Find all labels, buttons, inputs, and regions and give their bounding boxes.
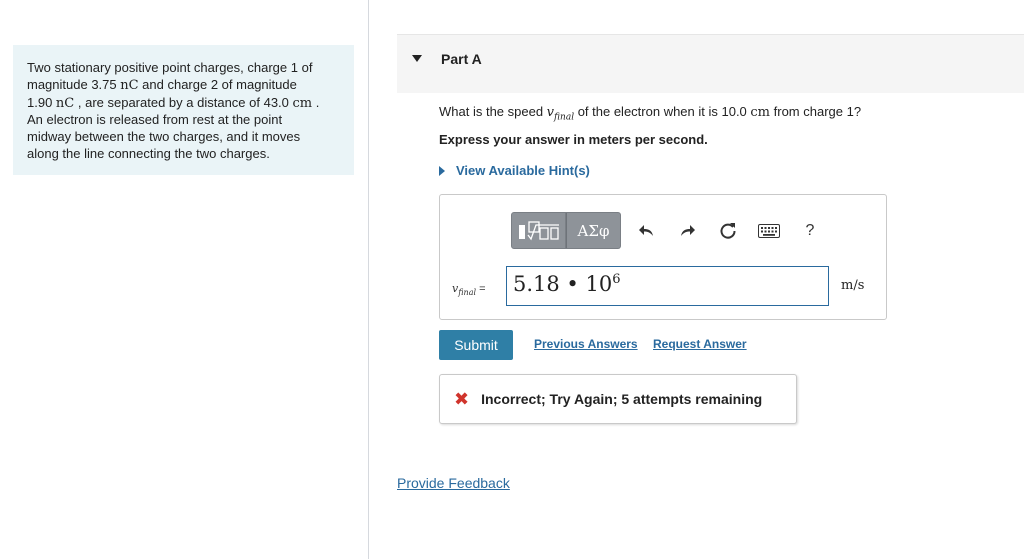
problem-line: Two stationary positive point charges, c… (27, 60, 313, 75)
feedback-text: Incorrect; Try Again; 5 attempts remaini… (481, 391, 763, 407)
help-button[interactable]: ? (799, 220, 821, 242)
hints-label: View Available Hint(s) (456, 163, 590, 178)
answer-instruction: Express your answer in meters per second… (439, 132, 708, 147)
unit-cm: cm (292, 95, 313, 111)
template-icon (518, 220, 559, 240)
problem-line: along the line connecting the two charge… (27, 145, 270, 161)
answer-units: m/s (841, 278, 865, 293)
left-column: Two stationary positive point charges, c… (0, 0, 369, 559)
unit-cm: cm (750, 105, 771, 120)
previous-answers-link[interactable]: Previous Answers (534, 337, 638, 351)
caret-down-icon[interactable] (412, 55, 422, 62)
unit-nc: nC (55, 95, 75, 111)
triangle-right-icon (439, 165, 445, 176)
answer-box: ΑΣφ ? vfinal = 5.18 • 106 m/s (439, 194, 887, 320)
problem-line: An electron is released from rest at the… (27, 112, 283, 128)
request-answer-link[interactable]: Request Answer (653, 337, 747, 351)
keyboard-icon[interactable] (757, 220, 781, 242)
problem-line: 1.90 nC , are separated by a distance of… (27, 94, 320, 111)
view-hints-toggle[interactable]: View Available Hint(s) (439, 163, 590, 178)
answer-input[interactable]: 5.18 • 106 (506, 266, 829, 306)
templates-button[interactable] (511, 212, 566, 249)
part-title: Part A (441, 51, 482, 67)
problem-statement: Two stationary positive point charges, c… (13, 45, 354, 175)
redo-icon[interactable] (676, 220, 698, 242)
error-x-icon: ✖ (454, 389, 470, 409)
submit-button[interactable]: Submit (439, 330, 513, 360)
math-toolbar: ΑΣφ (511, 212, 621, 249)
question-text: What is the speed vfinal of the electron… (439, 104, 862, 123)
problem-line: magnitude 3.75 nC and charge 2 of magnit… (27, 76, 297, 93)
undo-icon[interactable] (636, 220, 658, 242)
reset-icon[interactable] (717, 220, 739, 242)
provide-feedback-link[interactable]: Provide Feedback (397, 475, 510, 491)
part-a-header[interactable]: Part A (397, 34, 1024, 93)
feedback-message: ✖ Incorrect; Try Again; 5 attempts remai… (439, 374, 797, 424)
answer-variable-label: vfinal = (452, 282, 486, 298)
problem-line: midway between the two charges, and it m… (27, 129, 301, 145)
question-variable: vfinal (546, 105, 575, 123)
unit-nc: nC (120, 77, 139, 93)
greek-symbols-button[interactable]: ΑΣφ (566, 212, 621, 249)
